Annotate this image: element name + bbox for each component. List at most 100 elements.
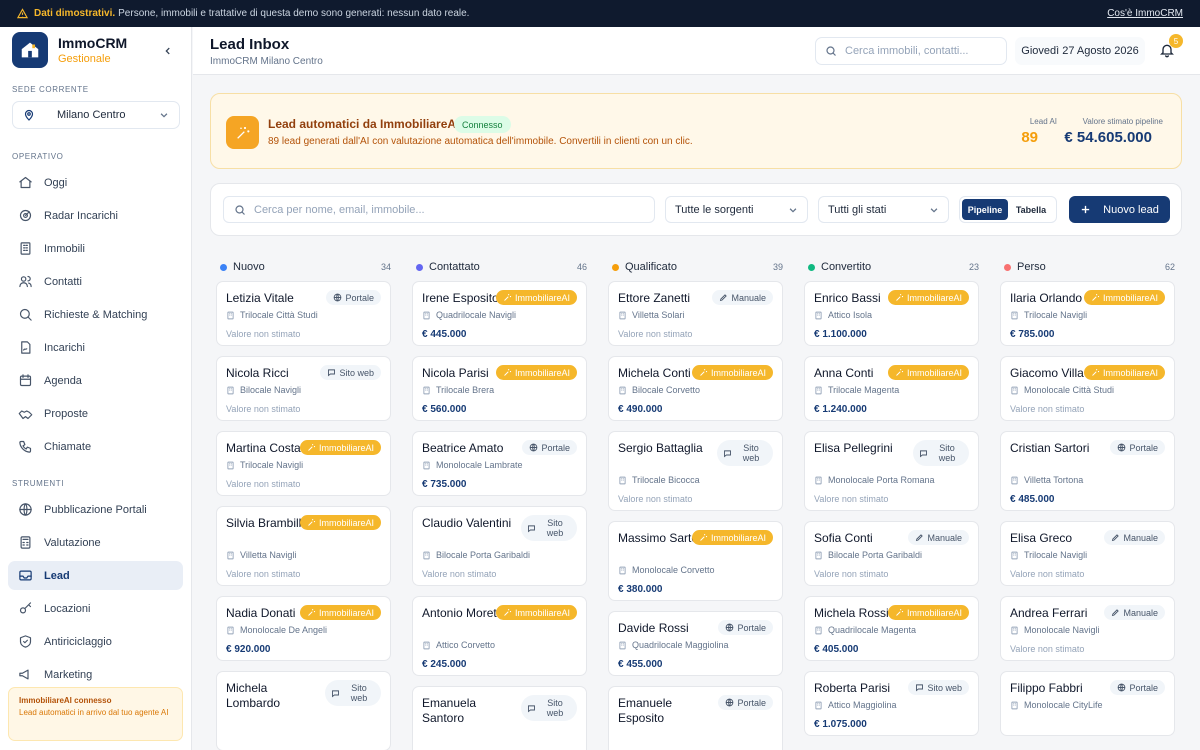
source-select[interactable]: Tutte le sorgenti [665,196,808,223]
sidebar-item-valutazione[interactable]: Valutazione [8,528,183,557]
filters-bar: Cerca per nome, email, immobile... Tutte… [210,183,1182,236]
status-select[interactable]: Tutti gli stati [818,196,949,223]
lead-ai-label: Lead AI [1029,117,1057,126]
lead-value: Valore non stimato [814,569,889,579]
sidebar-item-richieste-and-matching[interactable]: Richieste & Matching [8,300,183,329]
lead-card[interactable]: Massimo Sartori ImmobiliareAI Monolocale C… [608,521,783,601]
message-icon [528,524,535,532]
lead-value: Valore non stimato [814,494,889,504]
lead-card[interactable]: Cristian Sartori Portale Villetta Tortona €… [1000,431,1175,511]
lead-card[interactable]: Elisa Pellegrini Sito web Monolocale Porta… [804,431,979,511]
page-title: Lead Inbox [210,36,290,53]
new-lead-button[interactable]: Nuovo lead [1069,196,1170,223]
lead-card[interactable]: Claudio Valentini Sito web Bilocale Porta … [412,506,587,586]
lead-card[interactable]: Michela Lombardo Sito web [216,671,391,750]
lead-card[interactable]: Elisa Greco Manuale Trilocale Navigli Valor… [1000,521,1175,586]
lead-source-label: ImmobiliareAI [906,607,962,618]
lead-card[interactable]: Nicola Parisi ImmobiliareAI Trilocale Brer… [412,356,587,421]
sede-select[interactable]: Milano Centro [12,101,180,129]
lead-card[interactable]: Martina Costa ImmobiliareAI Trilocale Navi… [216,431,391,496]
lead-property-label: Villetta Solari [632,310,685,320]
lead-property: Trilocale Bicocca [618,475,700,485]
pencil-icon [1112,609,1120,617]
building-icon [1011,476,1018,484]
sparkles-icon [504,369,512,376]
sidebar-item-pubblicazione-portali[interactable]: Pubblicazione Portali [8,495,183,524]
lead-card[interactable]: Andrea Ferrari Manuale Monolocale Navigli V… [1000,596,1175,661]
lead-card[interactable]: Davide Rossi Portale Quadrilocale Maggioli… [608,611,783,676]
lead-card[interactable]: Michela Conti ImmobiliareAI Bilocale Corve… [608,356,783,421]
about-link[interactable]: Cos'è ImmoCRM [1107,8,1183,19]
lead-property: Bilocale Porta Garibaldi [814,550,922,560]
lead-card[interactable]: Beatrice Amato Portale Monolocale Lambrate… [412,431,587,496]
lead-source-badge: Sito web [521,515,577,541]
sidebar-item-lead[interactable]: Lead [8,561,183,590]
globe-icon [334,293,342,302]
lead-source-label: Manuale [1123,607,1158,618]
lead-card[interactable]: Letizia Vitale Portale Trilocale Città Stu… [216,281,391,346]
lead-name: Sergio Battaglia [618,441,703,455]
lead-card[interactable]: Antonio Moretti ImmobiliareAI Attico Corve… [412,596,587,676]
lead-property: Attico Maggiolina [814,700,897,710]
lead-source-label: ImmobiliareAI [514,292,570,303]
sidebar-item-antiriciclaggio[interactable]: Antiriciclaggio [8,627,183,656]
lead-name: Elisa Pellegrini [814,441,893,455]
lead-card[interactable]: Sergio Battaglia Sito web Trilocale Bicocc… [608,431,783,511]
lead-property: Trilocale Navigli [1010,550,1087,560]
lead-card[interactable]: Ettore Zanetti Manuale Villetta Solari Valo… [608,281,783,346]
lead-source-badge: Manuale [712,290,773,305]
sede-value: Milano Centro [57,109,126,121]
sidebar-item-locazioni[interactable]: Locazioni [8,594,183,623]
lead-card[interactable]: Irene Esposito ImmobiliareAI Quadrilocale … [412,281,587,346]
sidebar-item-radar-incarichi[interactable]: Radar Incarichi [8,201,183,230]
lead-search-input[interactable]: Cerca per nome, email, immobile... [223,196,655,223]
column-header-perso: Perso 62 [1000,259,1175,275]
users-icon [19,275,32,288]
lead-card[interactable]: Nadia Donati ImmobiliareAI Monolocale De A… [216,596,391,661]
demo-banner: Dati dimostrativi. Persone, immobili e tr… [0,0,1200,27]
lead-card[interactable]: Filippo Fabbri Portale Monolocale CityLife [1000,671,1175,736]
lead-name: Emanuela Santoro [422,696,477,725]
collapse-sidebar-button[interactable] [160,43,176,59]
sidebar-item-immobili[interactable]: Immobili [8,234,183,263]
lead-card[interactable]: Emanuela Santoro Sito web [412,686,587,750]
sidebar-item-proposte[interactable]: Proposte [8,399,183,428]
lead-card[interactable]: Enrico Bassi ImmobiliareAI Attico Isola € 1… [804,281,979,346]
building-icon [423,461,430,469]
lead-source-badge: ImmobiliareAI [1083,290,1165,305]
lead-value: Valore non stimato [226,404,301,414]
lead-card[interactable]: Anna Conti ImmobiliareAI Trilocale Magenta… [804,356,979,421]
global-search-input[interactable]: Cerca immobili, contatti... [815,37,1007,65]
lead-card[interactable]: Ilaria Orlando ImmobiliareAI Trilocale Nav… [1000,281,1175,346]
view-table-button[interactable]: Tabella [1008,199,1054,220]
lead-name: Ettore Zanetti [618,291,691,305]
lead-card[interactable]: Michela Rossi ImmobiliareAI Quadrilocale M… [804,596,979,661]
current-date: Giovedì 27 Agosto 2026 [1015,37,1145,65]
view-pipeline-button[interactable]: Pipeline [962,199,1008,220]
sidebar-item-oggi[interactable]: Oggi [8,168,183,197]
sidebar-item-incarichi[interactable]: Incarichi [8,333,183,362]
chevron-down-icon [930,207,938,213]
sidebar-item-chiamate[interactable]: Chiamate [8,432,183,461]
building-icon [1011,311,1018,319]
building-icon [619,641,626,649]
ai-card-desc: 89 lead generati dall'AI con valutazione… [268,136,693,147]
lead-card[interactable]: Giacomo Villa ImmobiliareAI Monolocale Cit… [1000,356,1175,421]
lead-source-badge: Manuale [908,530,969,545]
new-lead-label: Nuovo lead [1103,203,1159,216]
lead-card[interactable]: Nicola Ricci Sito web Bilocale Navigli Valo… [216,356,391,421]
sidebar-item-marketing[interactable]: Marketing [8,660,183,689]
search-icon [235,204,245,215]
brand[interactable]: ImmoCRM Gestionale [12,32,127,68]
lead-card[interactable]: Roberta Parisi Sito web Attico Maggiolina €… [804,671,979,736]
sidebar-item-agenda[interactable]: Agenda [8,366,183,395]
lead-source-label: Sito web [742,443,760,463]
lead-source-badge: ImmobiliareAI [1083,365,1165,380]
lead-property-label: Trilocale Brera [436,385,495,395]
lead-card[interactable]: Sofia Conti Manuale Bilocale Porta Garibal… [804,521,979,586]
lead-property: Trilocale Città Studi [226,310,318,320]
sidebar-item-contatti[interactable]: Contatti [8,267,183,296]
lead-card[interactable]: Emanuele Esposito Portale [608,686,783,750]
lead-card[interactable]: Silvia Brambilla ImmobiliareAI Villetta Na… [216,506,391,586]
lead-property: Attico Isola [814,310,872,320]
